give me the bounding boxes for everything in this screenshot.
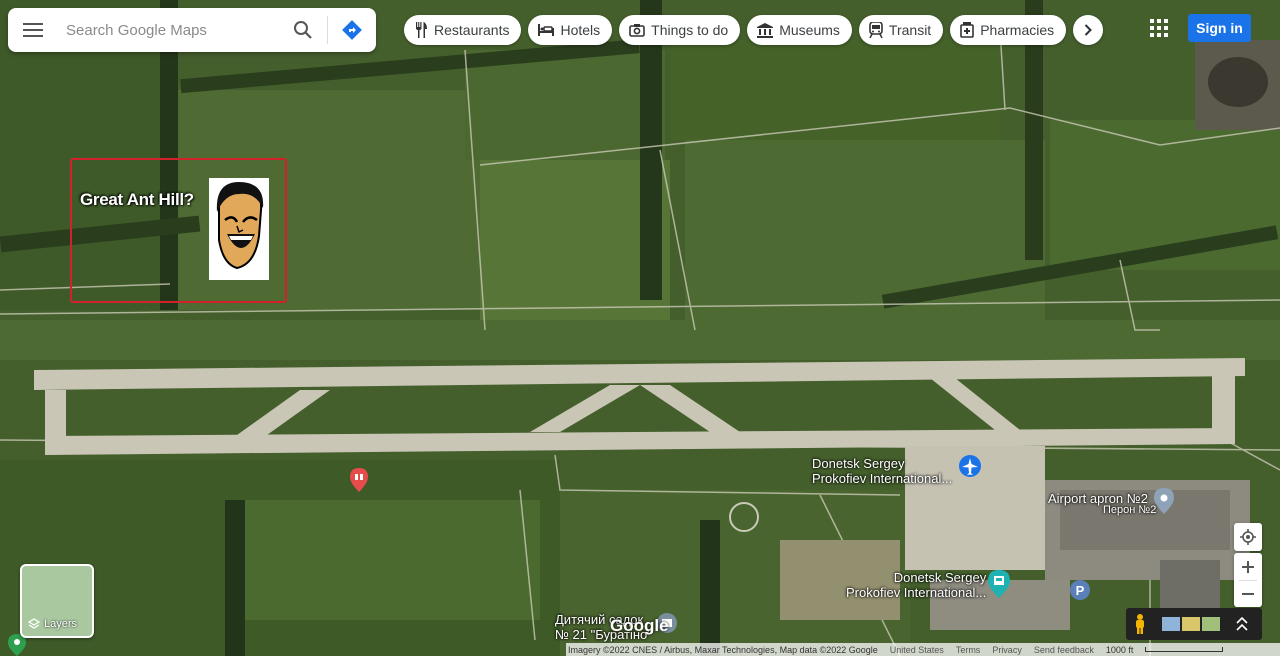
chip-pharmacies[interactable]: Pharmacies — [950, 15, 1067, 45]
imagery-thumb-2[interactable] — [1182, 617, 1200, 631]
museum-icon — [757, 22, 774, 38]
chip-label: Transit — [888, 22, 932, 38]
zoom-out-button[interactable] — [1242, 581, 1254, 607]
chips-next-button[interactable] — [1073, 15, 1104, 45]
place-pin-icon[interactable] — [1154, 488, 1174, 514]
chip-label: Pharmacies — [980, 22, 1055, 38]
annotation-text: Great Ant Hill? — [80, 190, 194, 209]
chip-label: Hotels — [560, 22, 601, 38]
apps-grid-icon[interactable] — [1148, 17, 1170, 39]
airport-pin-icon[interactable] — [958, 454, 982, 480]
terms-link[interactable]: Terms — [956, 645, 981, 655]
fork-knife-icon — [414, 22, 428, 38]
gift-shop-pin-icon[interactable] — [350, 468, 368, 492]
street-view-panel — [1126, 608, 1262, 640]
google-logo: Google — [610, 616, 669, 635]
plus-icon — [1242, 560, 1254, 573]
apron-sublabel: Перон №2 — [1103, 504, 1157, 516]
chevron-right-icon — [1084, 24, 1093, 36]
chip-label: Things to do — [651, 22, 729, 38]
layers-label: Layers — [44, 618, 78, 630]
imagery-thumb-1[interactable] — [1162, 617, 1180, 631]
layers-button[interactable]: Layers — [20, 564, 94, 638]
scale-label[interactable]: 1000 ft — [1106, 645, 1134, 655]
zoom-in-button[interactable] — [1242, 554, 1254, 580]
terminal-label[interactable]: Donetsk Sergey Prokofiev International..… — [846, 570, 986, 600]
sign-in-button[interactable]: Sign in — [1188, 14, 1251, 42]
bed-icon — [538, 24, 555, 36]
terminal-pin-icon[interactable] — [988, 570, 1010, 598]
imagery-thumb-3[interactable] — [1202, 617, 1220, 631]
directions-button[interactable] — [328, 8, 376, 52]
directions-icon — [342, 20, 362, 40]
layers-icon — [28, 618, 40, 629]
chip-label: Museums — [779, 22, 840, 38]
chip-restaurants[interactable]: Restaurants — [404, 15, 522, 45]
pegman-icon[interactable] — [1134, 614, 1146, 634]
train-icon — [869, 22, 883, 38]
hamburger-menu-icon — [23, 23, 43, 37]
privacy-link[interactable]: Privacy — [992, 645, 1022, 655]
country-link[interactable]: United States — [890, 645, 944, 655]
meme-face-image — [209, 178, 269, 280]
parking-pin-icon[interactable]: P — [1070, 580, 1090, 602]
chip-museums[interactable]: Museums — [747, 15, 852, 45]
menu-button[interactable] — [8, 8, 58, 52]
map-footer: Imagery ©2022 CNES / Airbus, Maxar Techn… — [566, 643, 1280, 656]
camera-icon — [629, 23, 645, 37]
pharmacy-icon — [960, 22, 975, 38]
search-icon — [294, 21, 312, 39]
svg-text:P: P — [1076, 583, 1085, 598]
search-button[interactable] — [279, 8, 327, 52]
zoom-controls — [1234, 553, 1262, 607]
chip-label: Restaurants — [434, 22, 510, 38]
expand-up-icon[interactable] — [1236, 617, 1248, 631]
my-location-icon — [1240, 529, 1256, 545]
imagery-attribution: Imagery ©2022 CNES / Airbus, Maxar Techn… — [568, 644, 878, 655]
layers-label-wrap: Layers — [28, 618, 77, 630]
category-chips: Restaurants Hotels Things to do Museums … — [404, 15, 1104, 45]
airport-label[interactable]: Donetsk Sergey Prokofiev International..… — [812, 456, 952, 486]
minus-icon — [1242, 592, 1254, 595]
chip-things-to-do[interactable]: Things to do — [619, 15, 741, 45]
my-location-button[interactable] — [1234, 523, 1262, 551]
satellite-map[interactable] — [0, 0, 1280, 656]
send-feedback-link[interactable]: Send feedback — [1034, 645, 1094, 655]
search-box — [8, 8, 376, 52]
scale-bar — [1145, 647, 1224, 652]
search-input[interactable] — [58, 9, 279, 51]
chip-transit[interactable]: Transit — [858, 15, 944, 45]
chip-hotels[interactable]: Hotels — [528, 15, 613, 45]
